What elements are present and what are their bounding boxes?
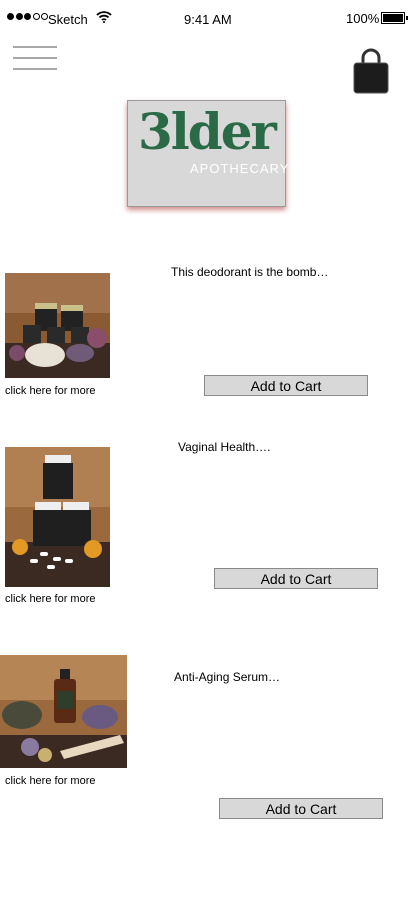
battery-percentage: 100% [346, 11, 380, 26]
product-description: This deodorant is the bomb… [171, 265, 329, 279]
brand-logo[interactable]: 3lder APOTHECARY [127, 100, 290, 207]
product-description: Anti-Aging Serum… [174, 670, 281, 684]
carrier-name: Sketch [48, 12, 88, 27]
battery-icon [381, 12, 408, 24]
shopping-bag-icon[interactable] [352, 48, 390, 94]
status-time: 9:41 AM [184, 12, 232, 27]
product-image-deodorant[interactable] [5, 273, 110, 378]
signal-strength-icon [7, 13, 48, 20]
add-to-cart-button[interactable]: Add to Cart [204, 375, 368, 396]
product-more-link[interactable]: click here for more [5, 775, 95, 787]
logo-subtext: APOTHECARY [190, 161, 290, 176]
product-more-link[interactable]: click here for more [5, 593, 95, 605]
product-image-vaginal-health[interactable] [5, 447, 110, 587]
hamburger-menu-icon[interactable] [13, 46, 57, 72]
logo-text: 3lder [138, 102, 277, 161]
product-image-anti-aging-serum[interactable] [0, 655, 127, 768]
product-description: Vaginal Health…. [178, 440, 271, 454]
status-bar: Sketch 9:41 AM 100% [0, 0, 414, 40]
product-more-link[interactable]: click here for more [5, 385, 95, 397]
add-to-cart-button[interactable]: Add to Cart [214, 568, 378, 589]
add-to-cart-button[interactable]: Add to Cart [219, 798, 383, 819]
wifi-icon [96, 11, 112, 26]
